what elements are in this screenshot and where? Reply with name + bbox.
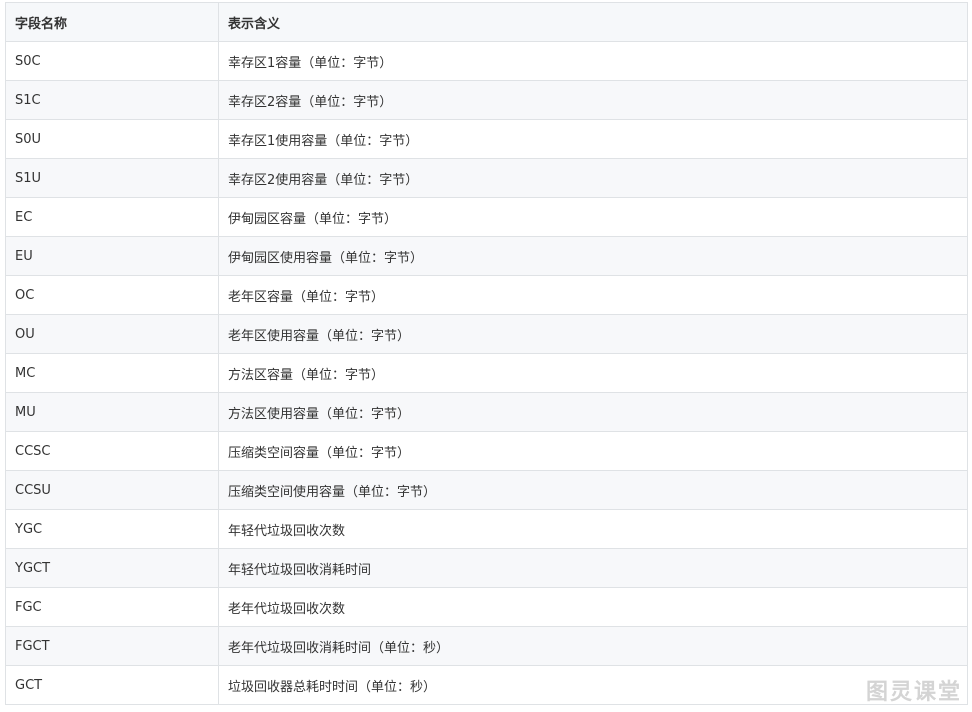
table-row: S1U 幸存区2使用容量（单位：字节） (5, 158, 968, 198)
field-name-cell: MC (5, 353, 219, 393)
header-row: 字段名称 表示含义 (5, 2, 968, 42)
meaning-cell: 伊甸园区使用容量（单位：字节） (218, 236, 968, 276)
meaning-cell: 幸存区1容量（单位：字节） (218, 41, 968, 81)
table-row: EU 伊甸园区使用容量（单位：字节） (5, 236, 968, 276)
field-name-cell: MU (5, 392, 219, 432)
table-row: FGCT 老年代垃圾回收消耗时间（单位：秒） (5, 626, 968, 666)
table-row: MU 方法区使用容量（单位：字节） (5, 392, 968, 432)
field-name-cell: YGC (5, 509, 219, 549)
table-row: FGC 老年代垃圾回收次数 (5, 587, 968, 627)
table-row: MC 方法区容量（单位：字节） (5, 353, 968, 393)
table-header: 字段名称 表示含义 (5, 2, 968, 42)
meaning-cell: 压缩类空间使用容量（单位：字节） (218, 470, 968, 510)
field-name-cell: S0C (5, 41, 219, 81)
field-name-cell: CCSU (5, 470, 219, 510)
table-row: S0U 幸存区1使用容量（单位：字节） (5, 119, 968, 159)
meaning-cell: 老年代垃圾回收消耗时间（单位：秒） (218, 626, 968, 666)
table-row: EC 伊甸园区容量（单位：字节） (5, 197, 968, 237)
table-body: S0C 幸存区1容量（单位：字节） S1C 幸存区2容量（单位：字节） S0U 幸存区1使… (5, 41, 968, 705)
meaning-cell: 方法区容量（单位：字节） (218, 353, 968, 393)
field-name-cell: EC (5, 197, 219, 237)
table-row: S1C 幸存区2容量（单位：字节） (5, 80, 968, 120)
table-row: CCSC 压缩类空间容量（单位：字节） (5, 431, 968, 471)
field-name-cell: FGCT (5, 626, 219, 666)
meaning-cell: 幸存区1使用容量（单位：字节） (218, 119, 968, 159)
field-table: 字段名称 表示含义 S0C 幸存区1容量（单位：字节） S1C 幸存区2容量（单位：字… (5, 2, 968, 705)
table-row: YGCT 年轻代垃圾回收消耗时间 (5, 548, 968, 588)
meaning-cell: 年轻代垃圾回收次数 (218, 509, 968, 549)
table-row: S0C 幸存区1容量（单位：字节） (5, 41, 968, 81)
field-name-cell: GCT (5, 665, 219, 705)
meaning-cell: 幸存区2容量（单位：字节） (218, 80, 968, 120)
table-row: OU 老年区使用容量（单位：字节） (5, 314, 968, 354)
header-meaning: 表示含义 (218, 2, 968, 42)
field-name-cell: S0U (5, 119, 219, 159)
table-row: CCSU 压缩类空间使用容量（单位：字节） (5, 470, 968, 510)
meaning-cell: 老年代垃圾回收次数 (218, 587, 968, 627)
meaning-cell: 年轻代垃圾回收消耗时间 (218, 548, 968, 588)
field-name-cell: OC (5, 275, 219, 315)
meaning-cell: 方法区使用容量（单位：字节） (218, 392, 968, 432)
field-name-cell: EU (5, 236, 219, 276)
table-row: OC 老年区容量（单位：字节） (5, 275, 968, 315)
field-name-cell: FGC (5, 587, 219, 627)
meaning-cell: 压缩类空间容量（单位：字节） (218, 431, 968, 471)
header-field-name: 字段名称 (5, 2, 219, 42)
field-name-cell: YGCT (5, 548, 219, 588)
meaning-cell: 垃圾回收器总耗时时间（单位：秒） (218, 665, 968, 705)
field-name-cell: S1U (5, 158, 219, 198)
table-row: GCT 垃圾回收器总耗时时间（单位：秒） (5, 665, 968, 705)
field-name-cell: CCSC (5, 431, 219, 471)
field-name-cell: S1C (5, 80, 219, 120)
meaning-cell: 幸存区2使用容量（单位：字节） (218, 158, 968, 198)
field-name-cell: OU (5, 314, 219, 354)
table-row: YGC 年轻代垃圾回收次数 (5, 509, 968, 549)
meaning-cell: 老年区容量（单位：字节） (218, 275, 968, 315)
meaning-cell: 老年区使用容量（单位：字节） (218, 314, 968, 354)
meaning-cell: 伊甸园区容量（单位：字节） (218, 197, 968, 237)
